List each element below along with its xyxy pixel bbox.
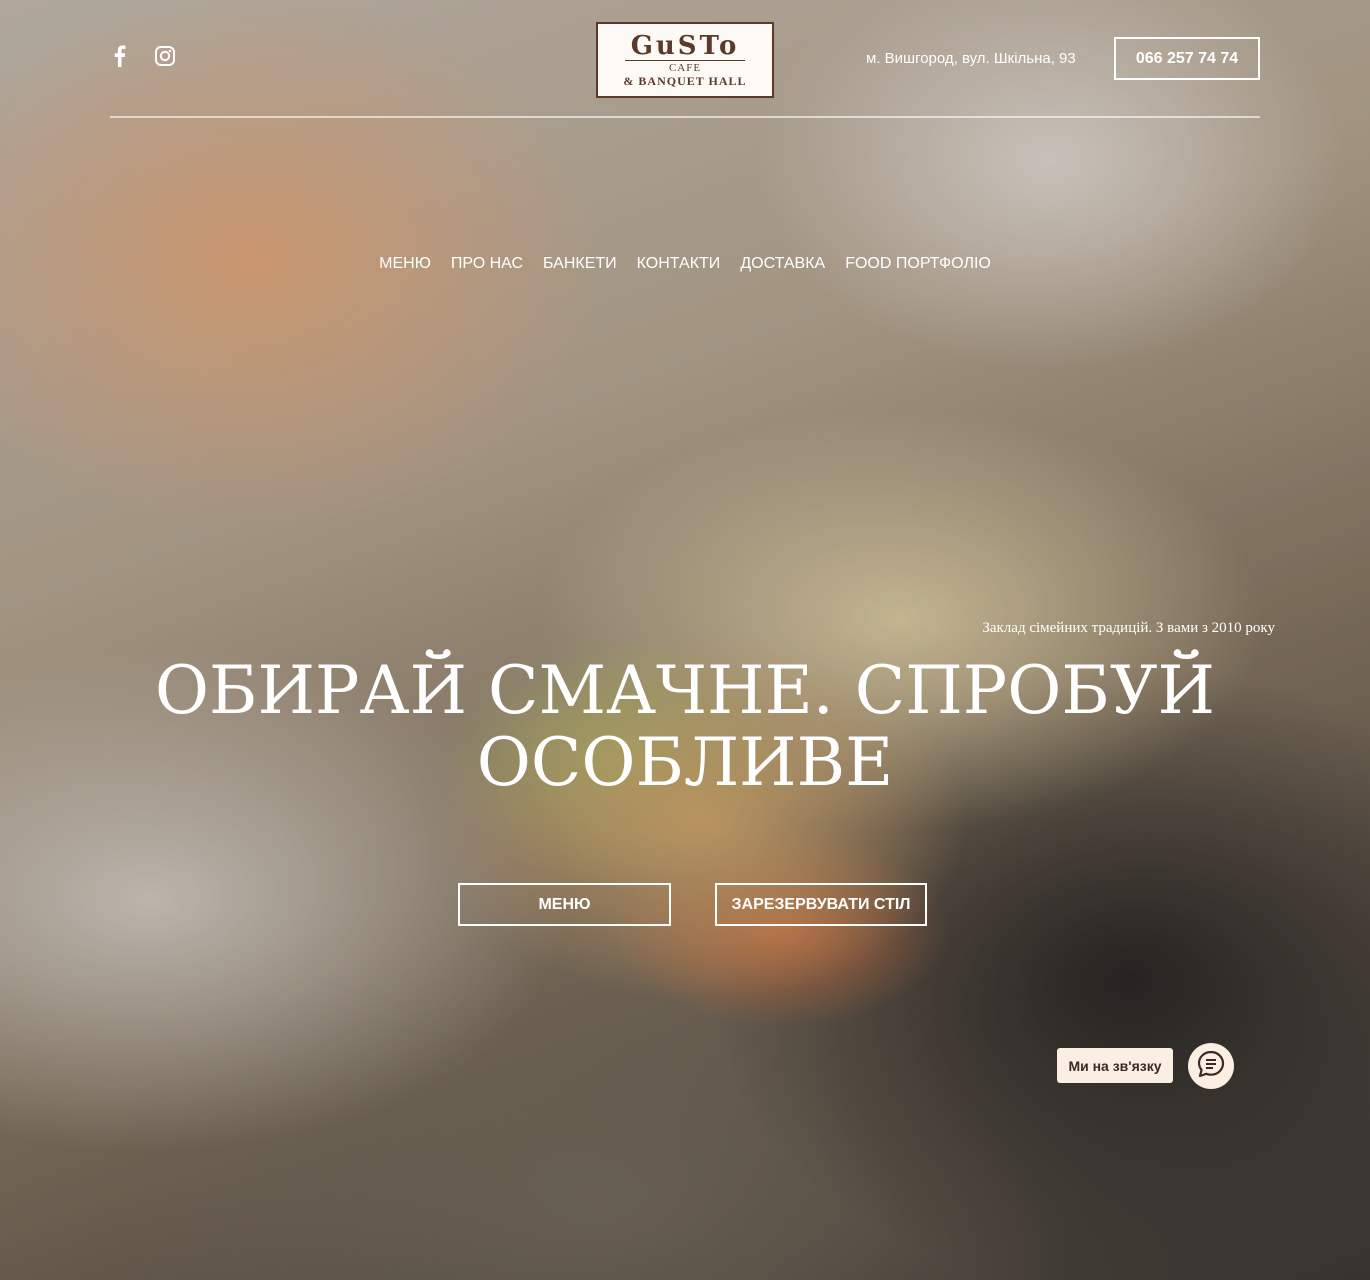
logo-wordmark: GuSTo xyxy=(630,31,740,61)
menu-button[interactable]: Меню xyxy=(458,883,671,926)
nav-item-about[interactable]: Про нас xyxy=(451,255,523,273)
site-logo[interactable]: GuSTo CAFE & BANQUET HALL xyxy=(596,22,774,98)
chat-button[interactable] xyxy=(1188,1043,1234,1089)
instagram-icon[interactable] xyxy=(154,44,176,68)
main-nav: Меню Про нас Банкети Контакти Доставка F… xyxy=(0,255,1370,273)
chat-label[interactable]: Ми на зв'язку xyxy=(1057,1048,1173,1083)
hero-headline-line2: особливе xyxy=(476,724,894,801)
reserve-table-button[interactable]: Зарезервувати стіл xyxy=(715,883,927,926)
hero-overlay xyxy=(0,0,1370,1280)
nav-item-menu[interactable]: Меню xyxy=(379,255,431,273)
phone-button[interactable]: 066 257 74 74 xyxy=(1114,37,1260,80)
nav-item-food-portfolio[interactable]: Food портфоліо xyxy=(845,255,991,273)
social-links xyxy=(110,44,176,68)
facebook-icon[interactable] xyxy=(110,44,132,68)
hero-tagline: Заклад сімейних традицій. З вами з 2010 … xyxy=(982,620,1275,636)
nav-item-banquets[interactable]: Банкети xyxy=(543,255,617,273)
hero-headline-line1: Обирай смачне. Спробуй xyxy=(154,652,1216,729)
hero-headline: Обирай смачне. Спробуй особливе xyxy=(0,655,1370,799)
logo-cafe: CAFE xyxy=(625,60,745,74)
chat-icon xyxy=(1196,1049,1226,1084)
address-text: м. Вишгород, вул. Шкільна, 93 xyxy=(866,50,1076,67)
nav-item-contacts[interactable]: Контакти xyxy=(637,255,721,273)
nav-item-delivery[interactable]: Доставка xyxy=(740,255,825,273)
site-header: GuSTo CAFE & BANQUET HALL м. Вишгород, в… xyxy=(110,0,1260,118)
logo-banquet: & BANQUET HALL xyxy=(623,74,747,88)
